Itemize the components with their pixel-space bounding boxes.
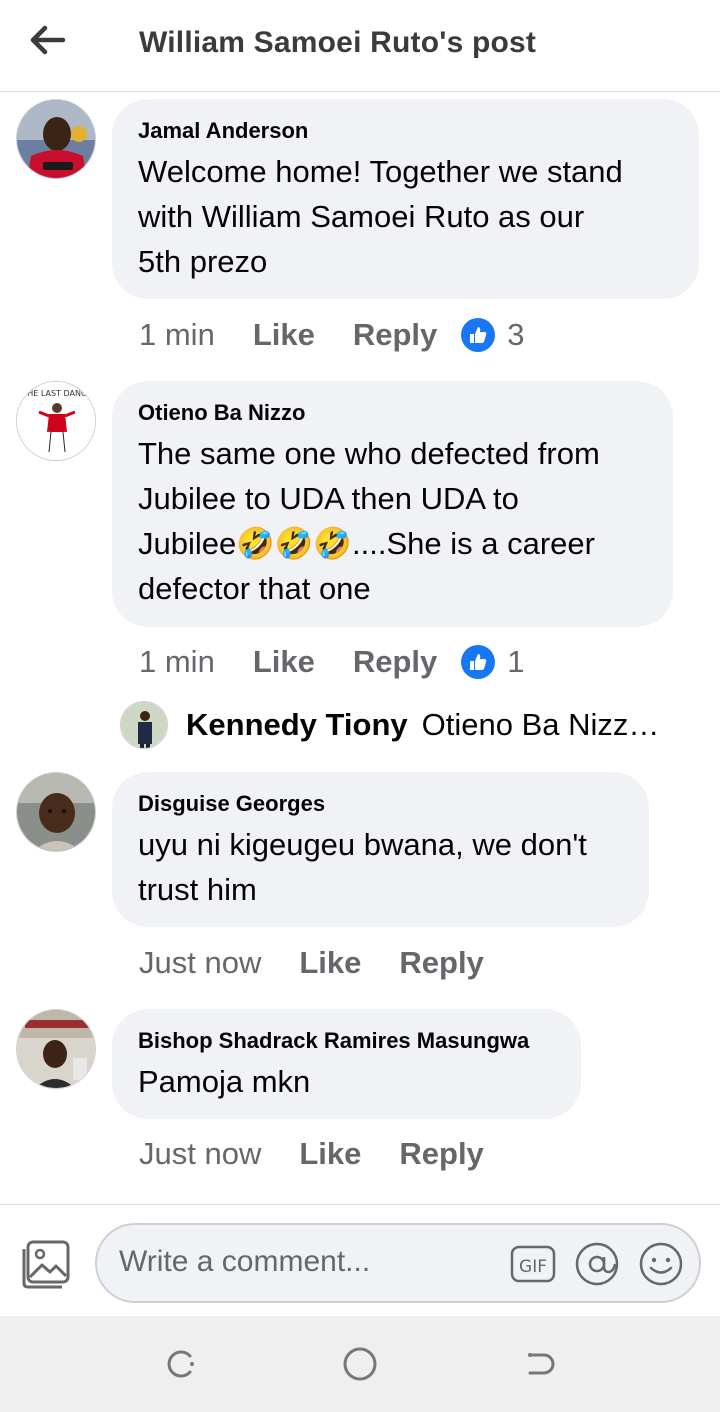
gif-label: GIF: [519, 1257, 547, 1277]
comment-text: Welcome home! Together we stand with Wil…: [138, 149, 673, 284]
comment-author[interactable]: Otieno Ba Nizzo: [138, 399, 647, 427]
mention-button[interactable]: [574, 1241, 620, 1287]
comment-text: Pamoja mkn: [138, 1059, 555, 1104]
at-icon: [575, 1242, 619, 1286]
comment-timestamp[interactable]: Just now: [139, 945, 261, 981]
comment-timestamp[interactable]: Just now: [139, 1136, 261, 1172]
comment-actions: 1 min Like Reply 3: [139, 315, 525, 355]
comment-text-line: The same one who defected from: [138, 436, 600, 471]
comment-bubble[interactable]: Disguise Georges uyu ni kigeugeu bwana, …: [112, 772, 649, 927]
smiley-icon: [639, 1242, 683, 1286]
comment-timestamp[interactable]: 1 min: [139, 317, 215, 353]
thumbs-up-icon: [461, 318, 496, 352]
comment-author[interactable]: Bishop Shadrack Ramires Masungwa: [138, 1027, 555, 1055]
recents-icon: [167, 1350, 194, 1378]
comment-text-line: 5th prezo: [138, 244, 268, 279]
comment-author[interactable]: Disguise Georges: [138, 790, 623, 818]
comment-text-line: Jubilee to UDA then UDA to: [138, 481, 519, 516]
comment-timestamp[interactable]: 1 min: [139, 644, 215, 680]
like-button[interactable]: Like: [253, 644, 315, 680]
reply-snippet: Otieno Ba Nizz…: [421, 707, 660, 742]
emoji-button[interactable]: [638, 1241, 684, 1287]
comment-text: The same one who defected from Jubilee t…: [138, 431, 647, 611]
comment-author[interactable]: Jamal Anderson: [138, 117, 673, 145]
reaction-summary[interactable]: 3: [461, 317, 525, 353]
comment-actions: Just now Like Reply: [139, 1134, 522, 1174]
back-nav-button[interactable]: [518, 1342, 562, 1386]
back-nav-icon: [528, 1353, 555, 1375]
comment-text-line: trust him: [138, 872, 257, 907]
comment-composer: Write a comment... GIF: [0, 1204, 720, 1316]
reply-author: Kennedy Tiony: [186, 707, 408, 742]
reaction-count: 3: [507, 317, 525, 352]
comment-bubble[interactable]: Otieno Ba Nizzo The same one who defecte…: [112, 381, 673, 627]
like-button[interactable]: Like: [299, 1136, 361, 1172]
top-bar: William Samoei Ruto's post: [0, 0, 720, 92]
thumbs-up-icon: [461, 645, 496, 679]
comment-actions: 1 min Like Reply 1: [139, 642, 525, 682]
reply-button[interactable]: Reply: [399, 945, 483, 981]
svg-text:THE LAST DANCE: THE LAST DANCE: [21, 389, 91, 398]
comment-text: uyu ni kigeugeu bwana, we don't trust hi…: [138, 822, 623, 912]
reaction-count: 1: [507, 644, 525, 679]
like-button[interactable]: Like: [299, 945, 361, 981]
comment-text-line: with William Samoei Ruto as our: [138, 199, 585, 234]
comment-text-line: uyu ni kigeugeu bwana, we don't: [138, 827, 587, 862]
comment-input[interactable]: Write a comment... GIF: [95, 1223, 701, 1303]
avatar[interactable]: [16, 772, 96, 852]
reply-button[interactable]: Reply: [399, 1136, 483, 1172]
comment-input-placeholder: Write a comment...: [119, 1245, 371, 1278]
comment-text-line: Welcome home! Together we stand: [138, 154, 623, 189]
avatar[interactable]: THE LAST DANCE: [16, 381, 96, 461]
comment-text-line: Pamoja mkn: [138, 1064, 311, 1099]
back-button[interactable]: [22, 18, 72, 62]
like-button[interactable]: Like: [253, 317, 315, 353]
comment-actions: Just now Like Reply: [139, 943, 522, 983]
arrow-left-icon: [30, 25, 66, 55]
avatar[interactable]: [16, 1009, 96, 1089]
comment-bubble[interactable]: Jamal Anderson Welcome home! Together we…: [112, 99, 699, 299]
photo-button[interactable]: [20, 1239, 72, 1291]
home-button[interactable]: [338, 1342, 382, 1386]
reaction-summary[interactable]: 1: [461, 644, 525, 680]
reply-thread-preview[interactable]: Kennedy Tiony Otieno Ba Nizz…: [120, 700, 659, 750]
avatar: [120, 701, 168, 749]
reply-button[interactable]: Reply: [353, 644, 437, 680]
recents-button[interactable]: [158, 1342, 202, 1386]
avatar[interactable]: [16, 99, 96, 179]
home-circle-icon: [343, 1347, 377, 1381]
page-title: William Samoei Ruto's post: [139, 26, 537, 59]
gif-button[interactable]: GIF: [510, 1241, 556, 1287]
comment-bubble[interactable]: Bishop Shadrack Ramires Masungwa Pamoja …: [112, 1009, 581, 1119]
system-nav-bar: [0, 1316, 720, 1412]
photo-icon: [22, 1240, 70, 1289]
comment-text-line: Jubilee🤣🤣🤣....She is a career: [138, 526, 595, 561]
comment-text-line: defector that one: [138, 571, 371, 606]
reply-button[interactable]: Reply: [353, 317, 437, 353]
